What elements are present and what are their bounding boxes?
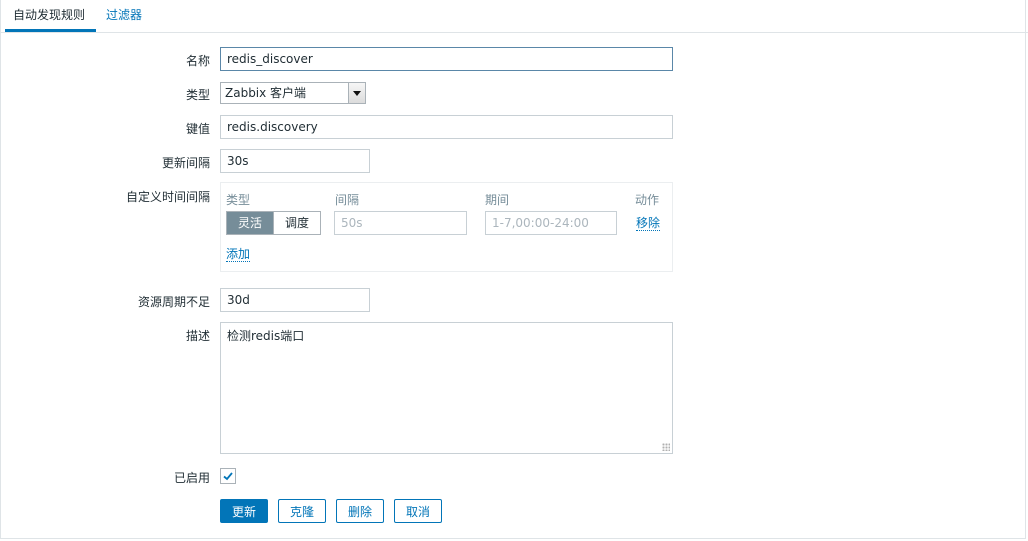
enabled-checkbox[interactable] <box>220 468 236 484</box>
chevron-down-icon[interactable] <box>348 83 365 103</box>
update-interval-label: 更新间隔 <box>161 156 210 170</box>
key-label: 键值 <box>185 122 210 136</box>
custom-interval-input[interactable]: 50s <box>334 211 467 235</box>
column-header-period: 期间 <box>485 193 510 207</box>
enabled-label: 已启用 <box>173 471 210 485</box>
lifetime-input[interactable]: 30d <box>220 288 370 312</box>
remove-link[interactable]: 移除 <box>636 216 661 231</box>
resize-grip-icon[interactable] <box>662 443 670 451</box>
column-header-action: 动作 <box>635 193 660 207</box>
tab-discovery-rule[interactable]: 自动发现规则 <box>5 0 96 32</box>
cancel-button[interactable]: 取消 <box>394 499 442 523</box>
name-label: 名称 <box>185 54 210 68</box>
type-select-value: Zabbix 客户端 <box>225 86 307 100</box>
clone-button[interactable]: 克隆 <box>278 499 326 523</box>
name-input[interactable]: redis_discover <box>220 47 673 71</box>
add-link[interactable]: 添加 <box>226 247 251 262</box>
type-label: 类型 <box>185 88 210 102</box>
type-select[interactable]: Zabbix 客户端 <box>220 82 366 104</box>
tab-filters[interactable]: 过滤器 <box>98 0 150 31</box>
interval-type-toggle: 灵活 调度 <box>226 211 321 235</box>
delete-button[interactable]: 删除 <box>336 499 384 523</box>
update-interval-input[interactable]: 30s <box>220 149 370 173</box>
description-label: 描述 <box>185 329 210 343</box>
custom-period-input[interactable]: 1-7,00:00-24:00 <box>485 211 617 235</box>
description-textarea[interactable]: 检测redis端口 <box>220 322 673 454</box>
description-text: 检测redis端口 <box>227 329 305 343</box>
custom-intervals-label: 自定义时间间隔 <box>125 190 210 204</box>
lifetime-label: 资源周期不足 <box>137 295 210 309</box>
column-header-type: 类型 <box>226 193 251 207</box>
toggle-scheduling[interactable]: 调度 <box>273 212 320 234</box>
toggle-flexible[interactable]: 灵活 <box>227 212 273 234</box>
checkmark-icon <box>223 472 233 481</box>
key-input[interactable]: redis.discovery <box>220 115 673 139</box>
update-button[interactable]: 更新 <box>220 499 268 523</box>
column-header-interval: 间隔 <box>335 193 360 207</box>
tab-bar: 自动发现规则 过滤器 <box>0 0 1028 33</box>
